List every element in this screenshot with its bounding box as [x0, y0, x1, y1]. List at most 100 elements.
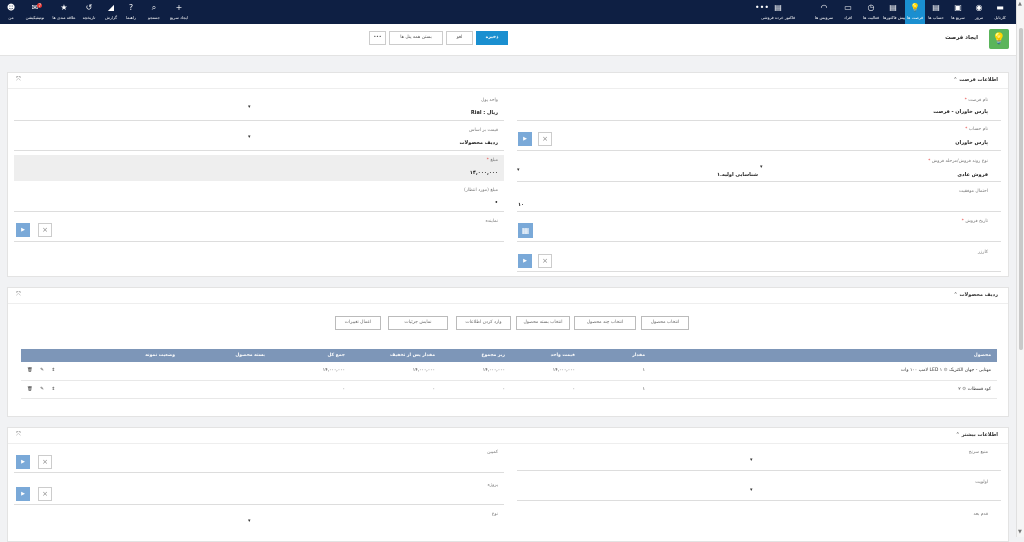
scrollbar-thumb[interactable] — [1019, 28, 1023, 350]
nav-item-label: گزارش — [104, 15, 118, 20]
nav-item-report[interactable]: ◢ گزارش — [102, 0, 120, 24]
delete-icon[interactable]: 🗑 — [27, 368, 33, 373]
close-all-panels-button[interactable]: بستن همه پنل ها — [389, 31, 443, 45]
nav-item-label: علاقه مندی ها — [52, 15, 76, 20]
more-actions-button[interactable]: ••• — [369, 31, 386, 45]
process-dropdown-caret[interactable]: ▾ — [517, 167, 520, 173]
representative-clear-button[interactable]: × — [38, 223, 52, 237]
settings-icon[interactable]: ⚙ — [962, 387, 966, 392]
account-clear-button[interactable]: × — [538, 132, 552, 146]
nav-item-quick[interactable]: ▣ سریع ها — [948, 0, 968, 24]
grid-action-button[interactable]: انتخاب محصول — [641, 316, 689, 330]
column-header[interactable]: بسته محصول — [181, 349, 271, 362]
grid-action-button[interactable]: انتخاب بسته محصول — [516, 316, 570, 330]
nav-item-label: پیش فاکتورها — [883, 15, 906, 20]
nav-item-notification[interactable]: ✉ نوتیفیکیشن 7 — [22, 0, 48, 24]
representative-label: نماینده — [485, 219, 498, 224]
column-header[interactable]: جمع کل — [271, 349, 351, 362]
nav-item-history[interactable]: ↺ تاریخچه — [80, 0, 98, 24]
project-clear-button[interactable]: × — [38, 487, 52, 501]
sales-stage-field[interactable]: ۱.شناسایی اولیه — [578, 172, 758, 178]
column-header[interactable]: وضعیت نمونه — [81, 349, 181, 362]
table-row[interactable]: 🗑 ✎ ⇕ ۰ ۰ ۰ ۰ ۱ کود قسطات ⚙ ۲ — [21, 380, 997, 399]
nav-item-activities[interactable]: ◷ فعالیت ها — [861, 0, 881, 24]
lead-source-dropdown-caret[interactable]: ▾ — [750, 457, 753, 463]
save-button[interactable]: ذخیره — [476, 31, 508, 45]
grid-action-button[interactable]: وارد کردن اطلاعات — [456, 316, 511, 330]
after-discount-cell: ۱۴,۰۰۰,۰۰۰ — [351, 362, 441, 381]
nav-item-accounts[interactable]: ▤ حساب ها — [926, 0, 946, 24]
priority-dropdown-caret[interactable]: ▾ — [750, 487, 753, 493]
nav-item-more[interactable]: ••• — [754, 0, 770, 24]
top-navigation-bar: ▬ کارتابل ◉ مرور ▣ سریع ها ▤ حساب ها 💡 فرصت ها ▤ پی… — [0, 0, 1016, 24]
table-row[interactable]: 🗑 ✎ ⇕ ۱۴,۰۰۰,۰۰۰ ۱۴,۰۰۰,۰۰۰ ۱۴,۰۰۰,۰۰۰ ۱۴,۰۰… — [21, 362, 997, 381]
nav-item-label: جستجو — [148, 15, 160, 20]
nav-item-people[interactable]: ▭ افراد — [838, 0, 858, 24]
edit-icon[interactable]: ✎ — [40, 387, 44, 392]
sort-icon[interactable]: ⇕ — [51, 387, 55, 392]
subtotal-cell: ۱۴,۰۰۰,۰۰۰ — [441, 362, 511, 381]
nav-item-label: راهنما — [126, 15, 136, 20]
calendar-icon[interactable]: ▦ — [518, 223, 533, 238]
nav-item-search[interactable]: ⌕ جستجو — [144, 0, 164, 24]
campaign-clear-button[interactable]: × — [538, 254, 552, 268]
vertical-scrollbar[interactable]: ▲ ▼ — [1016, 0, 1024, 537]
grid-action-button[interactable]: اعمال تغییرات — [335, 316, 381, 330]
panel-header[interactable]: ⌃ ردیف محصولات ⤧ — [8, 288, 1008, 304]
project-select-button[interactable]: ▶ — [16, 487, 30, 501]
currency-field[interactable]: Rial : ریال — [298, 110, 498, 116]
edit-icon[interactable]: ✎ — [40, 368, 44, 373]
expand-icon[interactable]: ⤧ — [16, 76, 21, 84]
table-header-row: وضعیت نمونه بسته محصول جمع کل مقدار پس از ت… — [21, 349, 997, 362]
delete-icon[interactable]: 🗑 — [27, 387, 33, 392]
total-cell: ۱۴,۰۰۰,۰۰۰ — [271, 362, 351, 381]
settings-icon[interactable]: ⚙ — [944, 368, 948, 373]
account-select-button[interactable]: ▶ — [518, 132, 532, 146]
grid-action-button[interactable]: انتخاب چند محصول — [574, 316, 636, 330]
representative-select-button[interactable]: ▶ — [16, 223, 30, 237]
nav-item-plus[interactable]: + ایجاد سریع — [168, 0, 190, 24]
campaign-clear-button[interactable]: × — [38, 455, 52, 469]
expand-icon[interactable]: ⤧ — [16, 291, 21, 299]
grid-action-button[interactable]: نمایش جزئیات — [388, 316, 448, 330]
campaign-select-button[interactable]: ▶ — [16, 455, 30, 469]
nav-item-help[interactable]: ? راهنما — [122, 0, 140, 24]
campaign-label: کمپین — [487, 450, 498, 455]
campaign-select-button[interactable]: ▶ — [518, 254, 532, 268]
section-title: اطلاعات بیشتر — [961, 432, 998, 438]
nav-item-proforma[interactable]: ▤ پیش فاکتورها — [883, 0, 906, 24]
column-header[interactable]: مقدار — [581, 349, 651, 362]
panel-header[interactable]: ⌃ اطلاعات فرصت ⤧ — [8, 73, 1008, 89]
sale-date-label: * تاریخ فروش — [961, 219, 988, 224]
lead-source-label: منبع سرنخ — [968, 450, 988, 455]
cancel-button[interactable]: لغو — [446, 31, 473, 45]
column-header[interactable]: زیر مجموع — [441, 349, 511, 362]
type-dropdown-caret[interactable]: ▾ — [248, 518, 251, 524]
unit-price-cell: ۰ — [511, 380, 581, 399]
column-header[interactable]: محصول — [651, 349, 997, 362]
nav-item-star[interactable]: ★ علاقه مندی ها — [52, 0, 76, 24]
price-basis-dropdown-caret[interactable]: ▾ — [248, 134, 251, 140]
nav-item-browse[interactable]: ◉ مرور — [969, 0, 989, 24]
nav-item-label: فعالیت ها — [862, 15, 879, 20]
currency-dropdown-caret[interactable]: ▾ — [248, 104, 251, 110]
sort-icon[interactable]: ⇕ — [51, 368, 55, 373]
expected-amount-field[interactable]: • — [448, 200, 498, 206]
panel-title: ⌃ اطلاعات بیشتر — [956, 432, 998, 438]
nav-item-label: ایجاد سریع — [170, 15, 188, 20]
nav-item-user-avatar[interactable]: ☻ من — [0, 0, 22, 24]
opportunity-name-field[interactable]: پارس خاوران - فرصت — [508, 109, 988, 115]
stage-dropdown-caret[interactable]: ▾ — [760, 164, 763, 170]
column-header[interactable]: مقدار پس از تخفیف — [351, 349, 441, 362]
price-basis-label: قیمت بر اساس — [468, 128, 498, 133]
panel-header[interactable]: ⌃ اطلاعات بیشتر ⤧ — [8, 428, 1008, 444]
account-name-field[interactable]: پارس خاوران — [588, 140, 988, 146]
column-header[interactable]: قیمت واحد — [511, 349, 581, 362]
price-basis-field[interactable]: ردیف محصولات — [298, 140, 498, 146]
nav-item-lightbulb[interactable]: 💡 فرصت ها — [905, 0, 925, 24]
success-probability-field[interactable]: ۱۰ — [518, 202, 524, 208]
expand-icon[interactable]: ⤧ — [16, 431, 21, 439]
nav-item-cartable[interactable]: ▬ کارتابل — [990, 0, 1010, 24]
sales-process-field[interactable]: فروش عادی — [788, 172, 988, 178]
nav-item-headset[interactable]: ◠ سرویس ها — [813, 0, 835, 24]
